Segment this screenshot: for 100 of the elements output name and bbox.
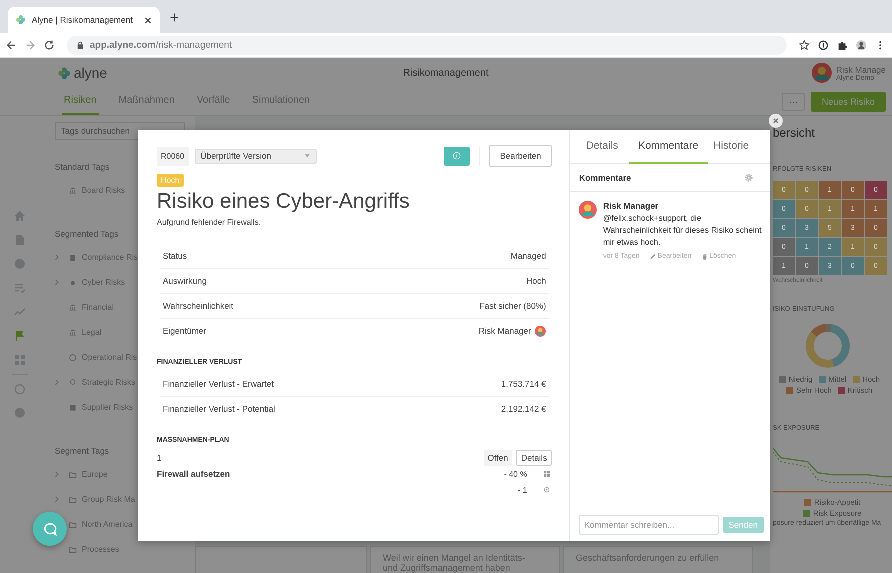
nav-tab[interactable]: Vorfälle: [194, 88, 232, 115]
reload-icon[interactable]: [44, 40, 55, 50]
crosshair-icon: [544, 487, 550, 493]
document-icon[interactable]: [14, 234, 26, 246]
settings-icon[interactable]: [744, 172, 754, 182]
measure-number: 1: [157, 453, 162, 463]
details-button[interactable]: Details: [516, 450, 552, 466]
risk-card-text: Geschäftsanforderungen zu erfüllen: [576, 553, 720, 563]
chevron-icon[interactable]: [55, 496, 60, 503]
property-value: 2.192.142 €: [501, 404, 546, 414]
risk-card-text: Weil wir einen Mangel an Identitäts- und Zugriffsmanagement haben: [383, 553, 526, 573]
comment-text: @felix.schock+support, die Wahrscheinlichkeit für dieses Risiko scheint mir etwas hoch.: [603, 213, 763, 249]
tag-group-title: Standard Tags: [55, 162, 111, 172]
tag-item[interactable]: Operational Ris: [82, 353, 138, 362]
tab-close-button[interactable]: ×: [144, 12, 152, 28]
close-icon: [771, 116, 781, 126]
tag-item[interactable]: Compliance Ris: [82, 253, 138, 262]
back-icon[interactable]: [6, 40, 17, 50]
measure-title: Firewall aufsetzen: [157, 469, 230, 479]
tag-item[interactable]: Cyber Risks: [82, 278, 126, 287]
browser-tab[interactable]: Alyne | Risikomanagement ×: [8, 7, 160, 33]
folder-icon: [69, 546, 77, 554]
folder-icon: [69, 470, 77, 478]
puzzle-icon[interactable]: [837, 40, 848, 50]
avatar-icon: [579, 201, 598, 219]
address-bar[interactable]: app.alyne.com/risk-management: [67, 36, 787, 54]
speech-bubble-icon: [42, 522, 58, 536]
logo-icon: [16, 15, 26, 25]
severity-badge: Hoch: [157, 174, 184, 187]
chevron-icon[interactable]: [55, 279, 60, 286]
folder-icon: [69, 520, 77, 528]
bank-icon: [69, 328, 77, 336]
avatar-icon: [535, 326, 546, 336]
tag-item[interactable]: Board Risks: [82, 186, 126, 195]
property-label: Status: [163, 251, 188, 261]
property-value: Hoch: [526, 276, 546, 286]
risk-card[interactable]: Weil wir einen Mangel an Identitäts- und Zugriffsmanagement haben: [370, 546, 560, 573]
chevron-icon[interactable]: [55, 471, 60, 478]
folder-icon: [69, 496, 77, 504]
comment-input[interactable]: Kommentar schreiben...: [579, 515, 719, 535]
bank-icon: [69, 304, 77, 312]
grid-icon[interactable]: [14, 354, 26, 366]
info-button[interactable]: [444, 146, 470, 166]
property-label: Wahrscheinlichkeit: [163, 301, 234, 311]
nav-tab[interactable]: Maßnahmen: [116, 88, 177, 115]
info-icon[interactable]: [818, 40, 829, 50]
panel-tab[interactable]: Details: [580, 130, 630, 164]
impact-reduction: - 40 %: [504, 470, 528, 478]
property-label: Auswirkung: [163, 276, 207, 286]
property-value: Risk Manager: [478, 326, 532, 336]
risk-card[interactable]: Geschäftsanforderungen zu erfüllen: [563, 546, 753, 573]
panel-tab[interactable]: Kommentare: [629, 130, 708, 164]
user-name: Risk Manage: [836, 64, 886, 74]
property-value: Managed: [510, 251, 546, 261]
lock-icon: [77, 40, 84, 50]
tag-item[interactable]: Processes: [82, 545, 120, 554]
chevron-icon[interactable]: [55, 254, 60, 261]
version-dropdown[interactable]: Überprüfte Version: [194, 148, 317, 164]
more-button[interactable]: ···: [782, 92, 805, 110]
grid-icon: [544, 471, 550, 477]
risk-description: Aufgrund fehlender Firewalls.: [157, 218, 262, 227]
status-badge: Offen: [484, 450, 512, 466]
risk-title: Risiko eines Cyber-Angriffs: [157, 190, 411, 214]
pencil-icon: [650, 254, 656, 260]
logo-icon: [58, 66, 71, 80]
tag-group-title: Segmented Tags: [55, 229, 120, 239]
tag-item[interactable]: Financial: [82, 303, 114, 312]
home-icon[interactable]: [14, 210, 26, 222]
property-label: Finanzieller Verlust - Erwartet: [163, 379, 274, 389]
page-title: Risikomanagement: [403, 68, 489, 78]
property-value: 1.753.714 €: [501, 379, 546, 389]
property-label: Finanzieller Verlust - Potential: [163, 404, 276, 414]
panel-tab[interactable]: Historie: [708, 130, 760, 164]
avatar-icon[interactable]: [812, 63, 832, 83]
logo-text: alyne: [74, 65, 108, 81]
overview-heading: bersicht: [773, 126, 816, 140]
new-tab-button[interactable]: +: [170, 10, 180, 28]
forward-icon[interactable]: [25, 40, 36, 50]
profile-avatar-icon[interactable]: [856, 40, 867, 50]
edit-button[interactable]: Bearbeiten: [489, 145, 552, 167]
tag-item[interactable]: Legal: [82, 328, 102, 337]
tab-title: Alyne | Risikomanagement: [32, 15, 134, 25]
info-icon: [453, 152, 462, 160]
tag-item[interactable]: Europe: [82, 470, 108, 479]
tag-item[interactable]: Supplier Risks: [82, 403, 134, 412]
nav-tab[interactable]: Simulationen: [250, 88, 312, 115]
chevron-icon[interactable]: [55, 379, 60, 386]
checklist-icon[interactable]: [14, 282, 26, 294]
tag-item[interactable]: Group Risk Ma: [82, 495, 136, 504]
comment-author: Risk Manager: [603, 201, 660, 211]
caret-icon: [304, 154, 310, 158]
flag-icon[interactable]: [14, 330, 26, 342]
tag-group-title: Segment Tags: [55, 446, 110, 456]
trash-icon: [702, 254, 708, 260]
tag-item[interactable]: North America: [82, 520, 133, 529]
send-button[interactable]: Senden: [722, 517, 764, 533]
trend-icon[interactable]: [14, 306, 26, 318]
bank-icon: [69, 186, 77, 194]
new-risk-button[interactable]: Neues Risiko: [810, 92, 886, 112]
tag-item[interactable]: Strategic Risks: [82, 378, 136, 387]
